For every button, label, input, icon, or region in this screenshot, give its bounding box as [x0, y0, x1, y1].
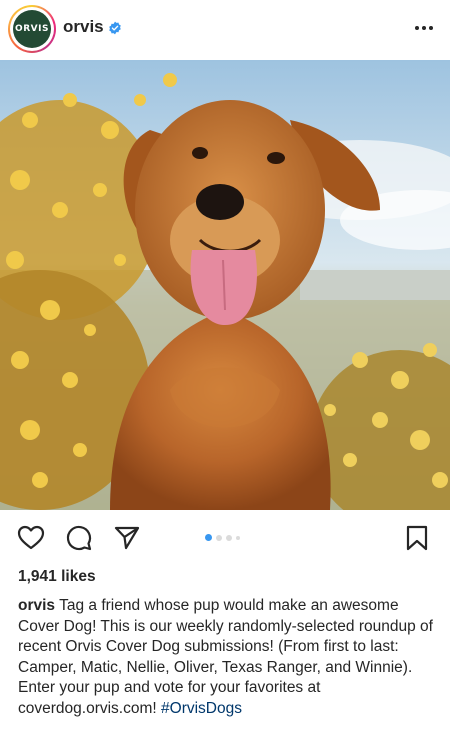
- caption-hashtag[interactable]: #OrvisDogs: [161, 700, 242, 717]
- likes-count[interactable]: 1,941 likes: [18, 568, 96, 586]
- more-options-icon[interactable]: [412, 16, 436, 40]
- caption-username[interactable]: orvis: [18, 597, 55, 614]
- carousel-dot: [236, 535, 240, 540]
- carousel-dot-active: [205, 534, 212, 541]
- orvis-logo: ORVIS: [13, 10, 51, 48]
- bookmark-icon[interactable]: [403, 524, 431, 552]
- carousel-indicator: [205, 534, 240, 541]
- post-header: ORVIS orvis: [0, 0, 450, 60]
- heart-icon[interactable]: [17, 524, 45, 552]
- post-caption: orvis Tag a friend whose pup would make …: [18, 596, 438, 719]
- carousel-dot: [226, 534, 232, 541]
- carousel-dot: [216, 534, 222, 541]
- verified-badge-icon: [109, 21, 121, 35]
- post-image[interactable]: [0, 60, 450, 510]
- dog-photo: [0, 60, 450, 510]
- send-icon[interactable]: [113, 524, 141, 552]
- post-action-bar: [0, 518, 450, 558]
- username[interactable]: orvis: [63, 17, 104, 37]
- avatar-logo-text: ORVIS: [15, 24, 49, 34]
- avatar[interactable]: ORVIS: [8, 5, 56, 53]
- comment-icon[interactable]: [65, 524, 93, 552]
